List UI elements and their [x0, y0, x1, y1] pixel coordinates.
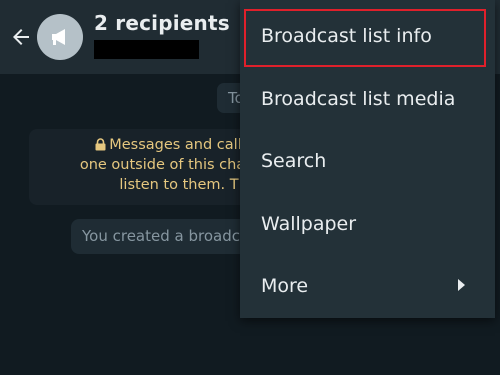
screen: 2 recipients To Messages and calls a one… [0, 0, 500, 375]
menu-item-more[interactable]: More [240, 255, 495, 317]
avatar[interactable] [37, 14, 83, 60]
highlight-box [244, 9, 486, 67]
redacted-subtitle [94, 40, 199, 59]
menu-item-label: Broadcast list media [261, 88, 456, 110]
menu-item-label: Search [261, 150, 327, 172]
arrow-left-icon [13, 29, 29, 45]
menu-item-broadcast-list-media[interactable]: Broadcast list media [240, 68, 495, 130]
menu-item-broadcast-list-info[interactable]: Broadcast list info [240, 5, 495, 67]
megaphone-icon [52, 29, 65, 45]
menu-item-label: More [261, 275, 309, 297]
back-button[interactable] [6, 22, 36, 52]
chat-title[interactable]: 2 recipients [94, 11, 230, 35]
caret-right-icon [458, 279, 465, 291]
menu-item-search[interactable]: Search [240, 130, 495, 192]
overflow-menu: Broadcast list info Broadcast list media… [240, 0, 495, 318]
menu-item-wallpaper[interactable]: Wallpaper [240, 193, 495, 255]
menu-item-label: Wallpaper [261, 213, 357, 235]
lock-icon [95, 138, 106, 151]
